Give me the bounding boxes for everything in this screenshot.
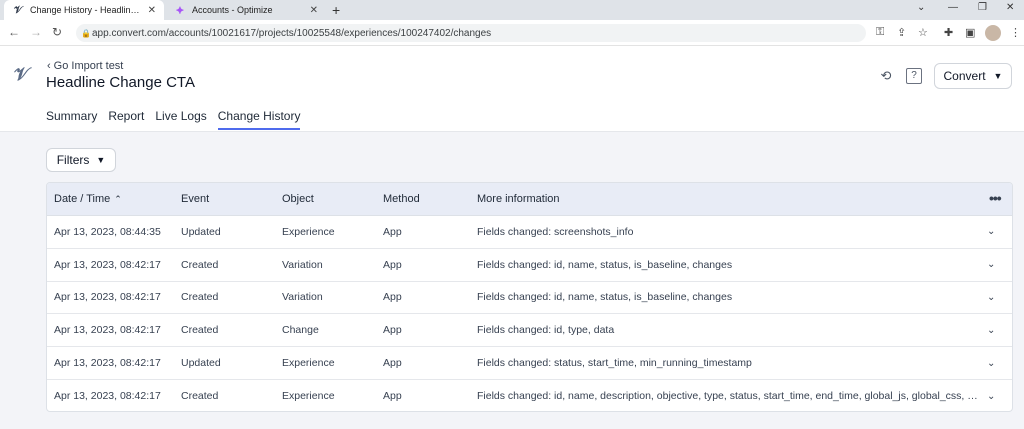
cell-method: App bbox=[383, 357, 402, 370]
tab-live-logs[interactable]: Live Logs bbox=[155, 109, 206, 130]
cell-date: Apr 13, 2023, 08:42:17 bbox=[54, 291, 161, 304]
browser-tab-title: Accounts - Optimize bbox=[192, 5, 273, 15]
close-window-icon[interactable]: ✕ bbox=[1006, 2, 1014, 13]
lock-icon: 🔒 bbox=[81, 28, 91, 38]
change-history-table: Date / Time ⌃ Event Object Method More in… bbox=[46, 182, 1013, 412]
restore-icon[interactable]: ❐ bbox=[978, 2, 987, 13]
cell-info: Fields changed: screenshots_info bbox=[477, 225, 634, 238]
cell-info: Fields changed: id, name, status, is_bas… bbox=[477, 258, 733, 271]
cell-date: Apr 13, 2023, 08:44:35 bbox=[54, 225, 161, 238]
cell-method: App bbox=[383, 390, 402, 403]
table-row[interactable]: Apr 13, 2023, 08:42:17 Created Variation… bbox=[47, 249, 1012, 282]
back-link[interactable]: ‹ Go Import test bbox=[47, 60, 123, 72]
cell-object: Variation bbox=[282, 291, 323, 304]
cell-date: Apr 13, 2023, 08:42:17 bbox=[54, 258, 161, 271]
expand-row-icon[interactable]: ⌄ bbox=[987, 259, 995, 270]
cell-method: App bbox=[383, 324, 402, 337]
cell-info: Fields changed: id, type, data bbox=[477, 324, 615, 337]
cell-event: Created bbox=[181, 390, 219, 403]
cell-object: Experience bbox=[282, 225, 335, 238]
table-row[interactable]: Apr 13, 2023, 08:42:17 Updated Experienc… bbox=[47, 347, 1012, 380]
cell-info: Fields changed: id, name, description, o… bbox=[477, 390, 982, 403]
optimize-favicon-icon: ⯌ bbox=[176, 4, 184, 16]
expand-row-icon[interactable]: ⌄ bbox=[987, 292, 995, 303]
sort-ascending-icon: ⌃ bbox=[114, 194, 122, 204]
column-header-more-information: More information bbox=[477, 193, 560, 205]
forward-icon[interactable]: → bbox=[30, 25, 42, 39]
address-bar[interactable]: 🔒 app.convert.com/accounts/10021617/proj… bbox=[76, 24, 866, 42]
table-row[interactable]: Apr 13, 2023, 08:42:17 Created Change Ap… bbox=[47, 314, 1012, 348]
convert-logo-icon[interactable]: 𝒱 bbox=[14, 64, 36, 86]
minimize-icon[interactable]: — bbox=[948, 2, 958, 13]
tab-search-icon[interactable]: ⌄ bbox=[917, 2, 925, 13]
tab-report[interactable]: Report bbox=[108, 109, 144, 130]
cell-event: Updated bbox=[181, 357, 221, 370]
cell-object: Change bbox=[282, 324, 319, 337]
back-icon[interactable]: ← bbox=[8, 25, 20, 39]
browser-tab-strip: 𝒱 Change History - Headline Change CTA ✕… bbox=[0, 0, 1024, 20]
convert-menu-button[interactable]: Convert ▼ bbox=[934, 63, 1012, 89]
cell-object: Variation bbox=[282, 258, 323, 271]
table-header: Date / Time ⌃ Event Object Method More in… bbox=[47, 183, 1012, 216]
reload-icon[interactable]: ↻ bbox=[52, 25, 62, 39]
cell-date: Apr 13, 2023, 08:42:17 bbox=[54, 357, 161, 370]
expand-row-icon[interactable]: ⌄ bbox=[987, 391, 995, 402]
column-header-method: Method bbox=[383, 193, 420, 205]
chevron-down-icon: ▼ bbox=[993, 71, 1003, 81]
close-tab-icon[interactable]: ✕ bbox=[148, 5, 156, 16]
key-icon[interactable]: ⚿ bbox=[876, 26, 884, 39]
more-options-icon[interactable]: ••• bbox=[989, 190, 1002, 206]
chevron-left-icon: ‹ bbox=[47, 60, 51, 72]
tab-change-history[interactable]: Change History bbox=[217, 109, 301, 130]
cell-object: Experience bbox=[282, 390, 335, 403]
profile-avatar[interactable] bbox=[985, 25, 1001, 41]
cell-method: App bbox=[383, 225, 402, 238]
side-panel-icon[interactable]: ▣ bbox=[965, 26, 975, 39]
cell-date: Apr 13, 2023, 08:42:17 bbox=[54, 390, 161, 403]
cell-method: App bbox=[383, 258, 402, 271]
table-row[interactable]: Apr 13, 2023, 08:42:17 Created Variation… bbox=[47, 282, 1012, 315]
table-row[interactable]: Apr 13, 2023, 08:42:17 Created Experienc… bbox=[47, 380, 1012, 411]
sync-icon[interactable]: ⟲ bbox=[878, 68, 894, 84]
app-header: 𝒱 ‹ Go Import test Headline Change CTA ⟲ … bbox=[0, 46, 1024, 132]
page-tabs: Summary Report Live Logs Change History bbox=[46, 109, 311, 130]
filters-button[interactable]: Filters ▼ bbox=[46, 148, 116, 172]
tab-summary[interactable]: Summary bbox=[46, 109, 97, 130]
extensions-icon[interactable]: ✚ bbox=[944, 26, 953, 39]
cell-date: Apr 13, 2023, 08:42:17 bbox=[54, 324, 161, 337]
chevron-down-icon: ▼ bbox=[96, 155, 106, 165]
cell-event: Created bbox=[181, 324, 219, 337]
column-header-date[interactable]: Date / Time ⌃ bbox=[54, 193, 122, 205]
close-tab-icon[interactable]: ✕ bbox=[310, 5, 318, 16]
column-header-event: Event bbox=[181, 193, 210, 205]
menu-icon[interactable]: ⋮ bbox=[1010, 26, 1021, 39]
cell-method: App bbox=[383, 291, 402, 304]
page-title: Headline Change CTA bbox=[46, 74, 195, 91]
expand-row-icon[interactable]: ⌄ bbox=[987, 226, 995, 237]
convert-favicon-icon: 𝒱 bbox=[13, 4, 23, 16]
cell-info: Fields changed: status, start_time, min_… bbox=[477, 357, 752, 370]
cell-event: Updated bbox=[181, 225, 221, 238]
share-icon[interactable]: ⇪ bbox=[897, 26, 906, 39]
help-icon[interactable]: ? bbox=[906, 68, 922, 84]
cell-object: Experience bbox=[282, 357, 335, 370]
cell-event: Created bbox=[181, 258, 219, 271]
browser-tab-change-history[interactable]: 𝒱 Change History - Headline Change CTA ✕ bbox=[4, 0, 164, 20]
table-row[interactable]: Apr 13, 2023, 08:44:35 Updated Experienc… bbox=[47, 216, 1012, 249]
expand-row-icon[interactable]: ⌄ bbox=[987, 358, 995, 369]
browser-tab-accounts[interactable]: ⯌ Accounts - Optimize ✕ bbox=[166, 0, 326, 20]
cell-info: Fields changed: id, name, status, is_bas… bbox=[477, 291, 733, 304]
star-icon[interactable]: ☆ bbox=[918, 26, 928, 39]
browser-tab-title: Change History - Headline Change CTA bbox=[30, 5, 144, 15]
column-header-object: Object bbox=[282, 193, 314, 205]
cell-event: Created bbox=[181, 291, 219, 304]
new-tab-button[interactable]: + bbox=[332, 2, 340, 18]
expand-row-icon[interactable]: ⌄ bbox=[987, 325, 995, 336]
url-text: app.convert.com/accounts/10021617/projec… bbox=[92, 27, 492, 39]
browser-toolbar: ← → ↻ 🔒 app.convert.com/accounts/1002161… bbox=[0, 20, 1024, 46]
